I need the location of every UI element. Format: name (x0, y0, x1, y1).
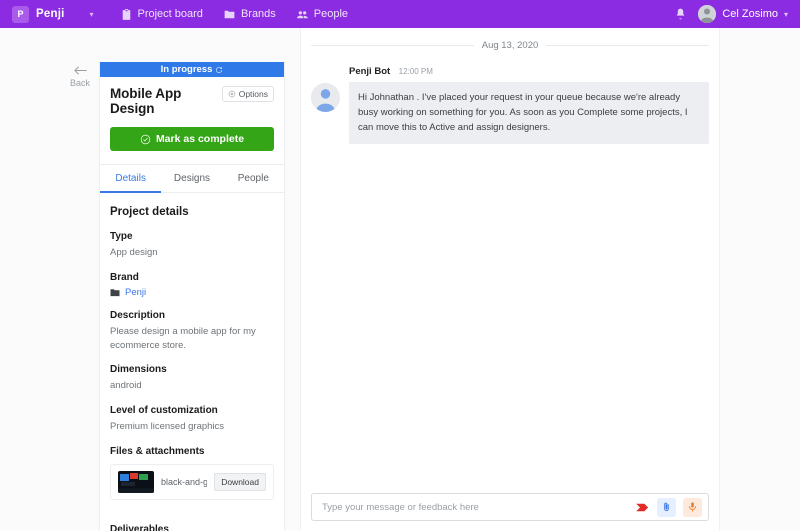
tab-details[interactable]: Details (100, 165, 162, 193)
folder-icon (224, 10, 235, 18)
chevron-down-icon[interactable]: ▾ (89, 10, 93, 19)
message-sender-name: Penji Bot (349, 66, 391, 77)
back-label: Back (69, 78, 90, 88)
arrow-left-icon (73, 66, 87, 75)
back-button[interactable]: Back (66, 64, 94, 88)
file-name: black-and-gra... (161, 476, 207, 487)
microphone-icon (689, 502, 696, 512)
tab-people[interactable]: People (223, 165, 284, 193)
file-thumbnail (118, 470, 154, 493)
people-icon (296, 10, 308, 18)
options-label: Options (238, 89, 268, 99)
mark-as-complete-button[interactable]: Mark as complete (110, 127, 274, 151)
nav-label: People (313, 8, 349, 20)
attach-file-button[interactable] (657, 497, 676, 517)
top-navigation-bar: P Penji ▾ Project board Brands People Ce… (0, 0, 800, 28)
page-title: Mobile App Design (110, 86, 182, 116)
field-label-deliverables: Deliverables (110, 523, 169, 531)
project-details-heading: Project details (110, 206, 189, 218)
field-label-files: Files & attachments (110, 445, 205, 457)
nav-label: Brands (240, 8, 276, 20)
clipboard-icon (122, 8, 130, 20)
field-value-type: App design (110, 247, 158, 258)
nav-label: Project board (137, 8, 203, 20)
refresh-icon (216, 66, 223, 73)
avatar (311, 83, 340, 112)
avatar (698, 5, 717, 23)
user-name: Cel Zosimo (722, 8, 778, 20)
folder-icon (110, 288, 120, 296)
composer-area (301, 493, 719, 531)
message-bubble: Hi Johnathan . I've placed your request … (349, 82, 709, 144)
download-button[interactable]: Download (214, 472, 266, 491)
user-menu[interactable]: Cel Zosimo ▾ (698, 5, 788, 23)
page-body: Back In progress Mobile App Design Optio… (0, 28, 800, 531)
field-value-dimensions: android (110, 380, 142, 392)
field-label-customization: Level of customization (110, 405, 218, 417)
message-list[interactable]: Aug 13, 2020 Penji Bot 12:00 PM Hi Johna… (301, 28, 719, 493)
message-sender-row: Penji Bot 12:00 PM (349, 61, 709, 79)
nav-item-project-board[interactable]: Project board (120, 8, 203, 21)
message-composer (311, 493, 709, 521)
brand-name: Penji (36, 8, 65, 20)
topnav-right-cluster: Cel Zosimo ▾ (674, 5, 788, 23)
options-button[interactable]: Options (221, 86, 274, 102)
penji-project-page: P Penji ▾ Project board Brands People Ce… (0, 0, 800, 531)
field-value-brand[interactable]: Penji (110, 287, 274, 298)
chat-panel: Aug 13, 2020 Penji Bot 12:00 PM Hi Johna… (300, 28, 720, 531)
brand-logo: P (12, 5, 29, 23)
status-badge[interactable]: In progress (100, 62, 284, 77)
chevron-down-icon[interactable]: ▾ (784, 10, 788, 19)
primary-nav-links: Project board Brands People (120, 8, 348, 21)
bell-icon[interactable] (674, 7, 687, 21)
divider (311, 45, 474, 46)
date-separator-label: Aug 13, 2020 (481, 40, 539, 51)
status-label: In progress (160, 64, 213, 75)
gear-icon (228, 90, 235, 98)
send-arrow-icon[interactable] (635, 501, 650, 514)
project-header: Mobile App Design Options (100, 77, 284, 116)
message-timestamp: 12:00 PM (398, 67, 433, 76)
field-value-description: Please design a mobile app for my ecomme… (110, 325, 256, 351)
nav-item-people[interactable]: People (296, 8, 348, 21)
field-label-brand: Brand (110, 271, 139, 283)
mark-as-complete-label: Mark as complete (155, 133, 245, 145)
field-label-description: Description (110, 309, 166, 321)
tab-designs[interactable]: Designs (161, 165, 222, 193)
detail-tabs: Details Designs People (100, 164, 284, 193)
check-circle-icon (140, 134, 151, 144)
field-label-type: Type (110, 231, 133, 242)
divider (546, 45, 709, 46)
voice-record-button[interactable] (683, 497, 702, 517)
message-item: Hi Johnathan . I've placed your request … (311, 82, 709, 144)
project-details-section: Project details Type App design Brand Pe… (100, 193, 284, 531)
brand-link[interactable]: Penji (125, 287, 146, 298)
date-separator: Aug 13, 2020 (311, 40, 709, 51)
paperclip-icon (664, 502, 669, 512)
field-value-customization: Premium licensed graphics (110, 421, 225, 433)
project-detail-panel: In progress Mobile App Design Options Ma… (99, 62, 285, 531)
message-input[interactable] (322, 501, 628, 513)
file-attachment-item: black-and-gra... Download (110, 463, 274, 500)
brand-home-link[interactable]: P Penji ▾ (12, 5, 94, 23)
nav-item-brands[interactable]: Brands (223, 8, 276, 21)
field-label-dimensions: Dimensions (110, 364, 167, 376)
